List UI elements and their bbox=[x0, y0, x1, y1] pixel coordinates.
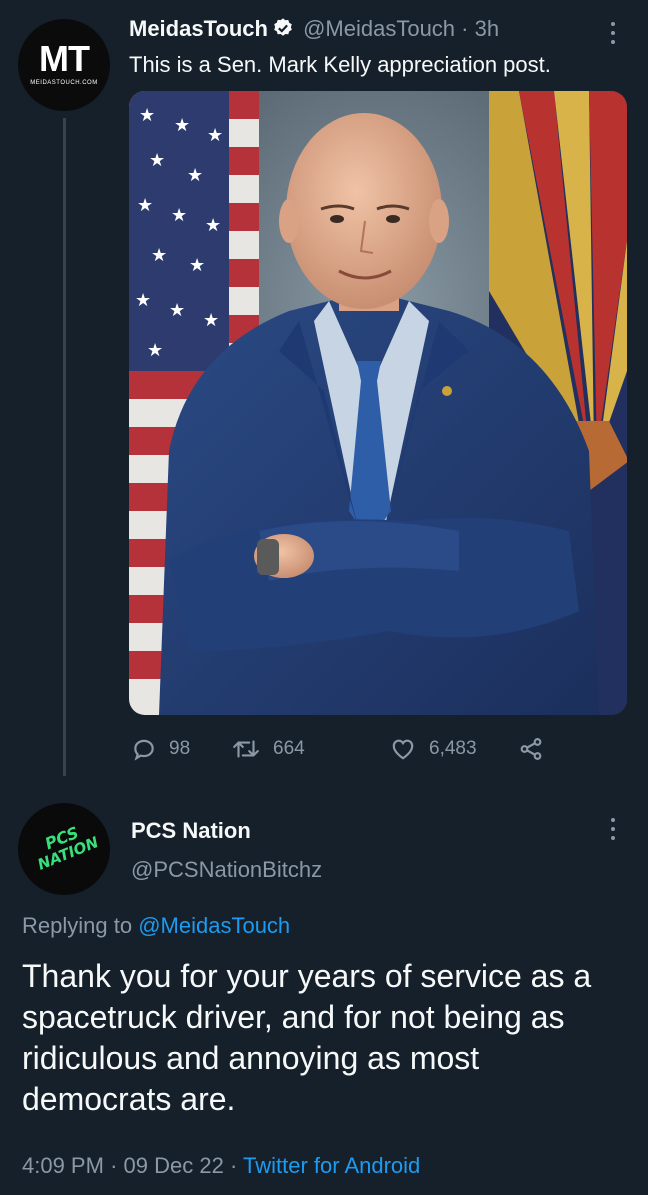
tweet1-photo[interactable]: ★ ★ ★ ★ ★ ★ ★ ★ ★ ★ ★ ★ ★ ★ bbox=[129, 91, 627, 715]
svg-text:★: ★ bbox=[149, 150, 165, 171]
tweet2-date[interactable]: 09 Dec 22 bbox=[124, 1153, 224, 1178]
like-count: 6,483 bbox=[429, 738, 477, 759]
svg-text:★: ★ bbox=[174, 115, 190, 136]
tweet1-handle[interactable]: @MeidasTouch bbox=[303, 16, 455, 41]
more-icon[interactable] bbox=[609, 22, 617, 50]
svg-text:★: ★ bbox=[139, 105, 155, 126]
portrait-image: ★ ★ ★ ★★ ★ ★ ★ ★ ★ ★ ★ ★ ★ bbox=[129, 91, 627, 715]
svg-text:★: ★ bbox=[187, 165, 203, 186]
tweet2-display-name[interactable]: PCS Nation bbox=[131, 818, 251, 844]
replying-to: Replying to @MeidasTouch bbox=[22, 913, 290, 939]
svg-text:★: ★ bbox=[169, 300, 185, 321]
tweet1-text: This is a Sen. Mark Kelly appreciation p… bbox=[129, 52, 551, 77]
svg-text:★: ★ bbox=[135, 290, 151, 311]
thread-connector-line bbox=[63, 118, 66, 776]
meta-separator: · bbox=[110, 1153, 118, 1178]
tweet1-display-name[interactable]: MeidasTouch bbox=[129, 16, 268, 41]
tweet1-separator: · bbox=[461, 16, 469, 41]
svg-text:★: ★ bbox=[207, 125, 223, 146]
tweet2-text: Thank you for your years of service as a… bbox=[22, 958, 592, 1117]
reply-count: 98 bbox=[169, 738, 191, 759]
verified-badge-icon bbox=[272, 17, 294, 45]
tweet1-actions: 98 664 6,483 bbox=[129, 733, 609, 765]
avatar-logo-subtext: MEIDASTOUCH.COM bbox=[30, 80, 98, 86]
replying-mention-link[interactable]: @MeidasTouch bbox=[138, 913, 290, 938]
tweet2-meta: 4:09 PM · 09 Dec 22 · Twitter for Androi… bbox=[22, 1153, 420, 1179]
svg-text:★: ★ bbox=[205, 215, 221, 236]
reply-button[interactable]: 98 bbox=[131, 733, 190, 765]
retweet-icon bbox=[233, 740, 259, 758]
like-icon bbox=[392, 739, 414, 760]
like-button[interactable]: 6,483 bbox=[389, 733, 477, 765]
avatar-logo-text: MT bbox=[39, 38, 90, 79]
retweet-count: 664 bbox=[273, 738, 305, 759]
tweet1-timestamp[interactable]: 3h bbox=[475, 16, 499, 41]
tweet2-handle[interactable]: @PCSNationBitchz bbox=[131, 857, 322, 883]
svg-text:★: ★ bbox=[171, 205, 187, 226]
pcs-nation-avatar[interactable]: PCS NATION bbox=[18, 803, 110, 895]
reply-icon bbox=[134, 739, 154, 761]
replying-prefix: Replying to bbox=[22, 913, 133, 938]
svg-text:★: ★ bbox=[147, 340, 163, 361]
share-button[interactable] bbox=[517, 733, 557, 765]
svg-text:★: ★ bbox=[203, 310, 219, 331]
tweet2-client-link[interactable]: Twitter for Android bbox=[243, 1153, 420, 1178]
meta-separator: · bbox=[229, 1153, 238, 1178]
tweet1-header: MeidasTouch @MeidasTouch · 3h bbox=[129, 16, 499, 45]
tweet2-time[interactable]: 4:09 PM bbox=[22, 1153, 104, 1178]
retweet-button[interactable]: 664 bbox=[231, 733, 305, 765]
share-icon bbox=[520, 738, 542, 760]
svg-text:★: ★ bbox=[189, 255, 205, 276]
svg-text:★: ★ bbox=[151, 245, 167, 266]
meidastouch-avatar[interactable]: MT MEIDASTOUCH.COM bbox=[18, 19, 110, 111]
more-icon[interactable] bbox=[609, 818, 617, 846]
svg-text:★: ★ bbox=[137, 195, 153, 216]
avatar-logo-text: PCS NATION bbox=[35, 822, 101, 874]
